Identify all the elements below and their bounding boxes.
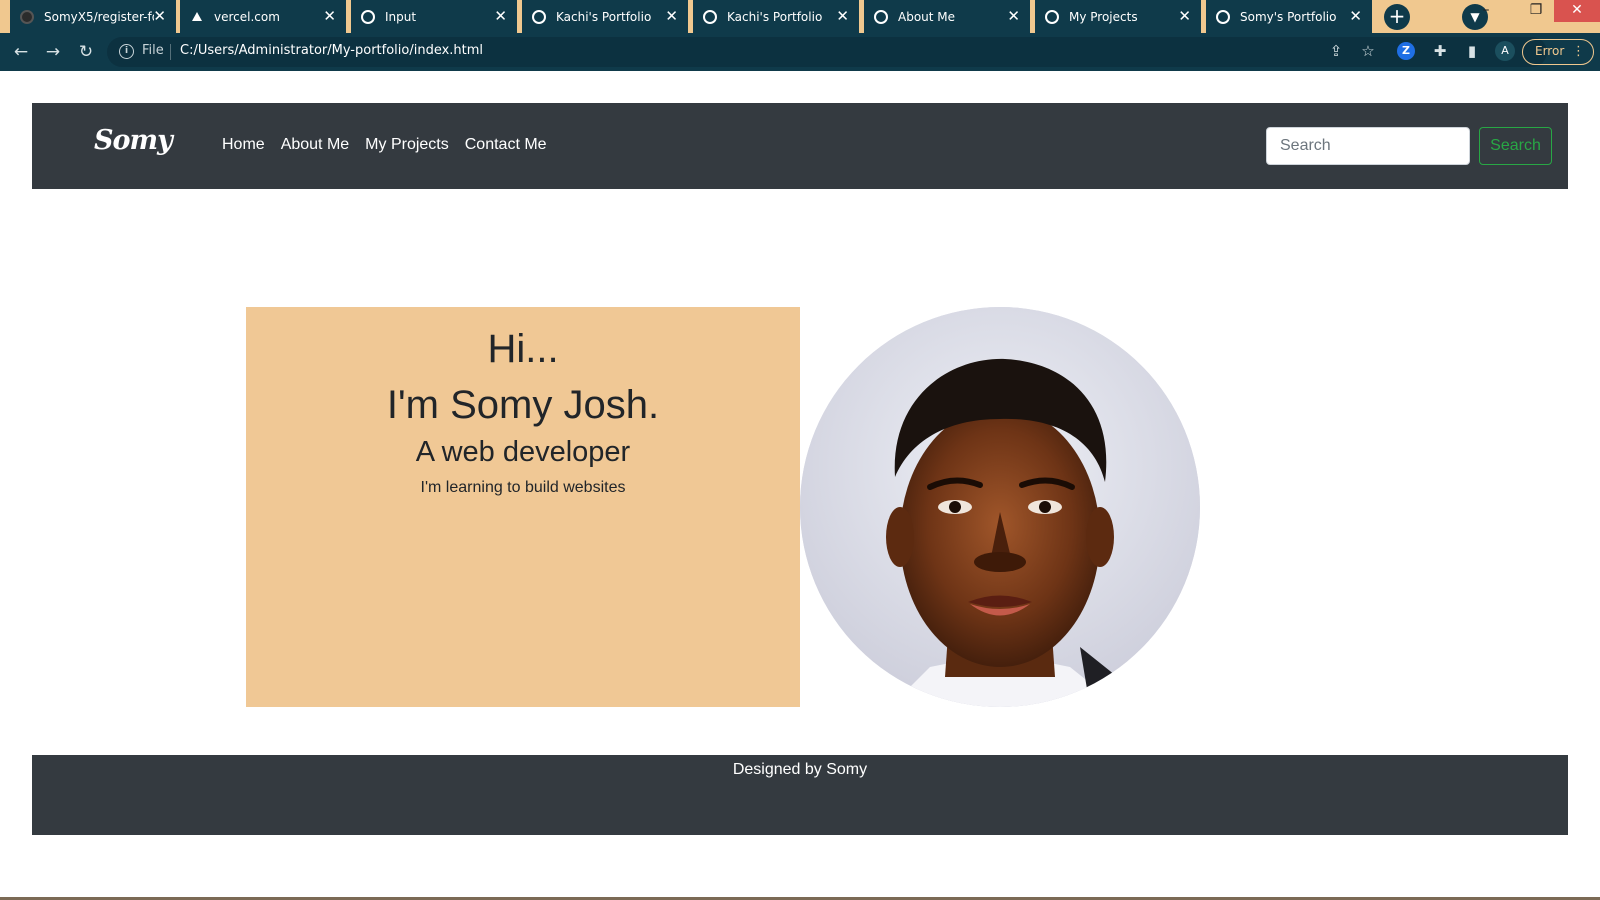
hero-greeting: Hi... [487,327,559,371]
browser-tab[interactable]: SomyX5/register-for ✕ [10,0,176,33]
profile-photo [800,307,1200,707]
search-input[interactable] [1266,127,1470,165]
side-panel-icon[interactable]: ▮ [1461,40,1483,62]
browser-tab-active[interactable]: Somy's Portfolio ✕ [1206,0,1372,33]
browser-tab[interactable]: About Me ✕ [864,0,1030,33]
tab-title: Somy's Portfolio [1240,9,1337,24]
hero-name: I'm Somy Josh. [386,383,660,427]
close-icon[interactable]: ✕ [494,8,507,24]
portrait-illustration [800,307,1200,707]
globe-icon [361,9,375,24]
nav-link-projects[interactable]: My Projects [365,136,449,154]
restore-button[interactable]: ❐ [1513,0,1559,22]
bookmark-star-icon[interactable]: ☆ [1357,40,1379,62]
close-icon[interactable]: ✕ [665,8,678,24]
extensions-puzzle-icon[interactable]: ✚ [1429,40,1451,62]
close-icon[interactable]: ✕ [836,8,849,24]
globe-icon [703,9,717,24]
zoom-extension-icon[interactable]: Z [1397,42,1415,60]
kebab-menu-icon[interactable]: ⋮ [1572,40,1585,63]
hero-role: A web developer [415,436,631,468]
new-tab-button[interactable]: + [1384,4,1410,30]
browser-tab[interactable]: Kachi's Portfolio ✕ [693,0,859,33]
browser-toolbar: ← → ↻ i File C:/Users/Administrator/My-p… [0,33,1600,71]
globe-icon [1045,9,1059,24]
share-icon[interactable]: ⇪ [1325,40,1347,62]
tab-title: Kachi's Portfolio [727,9,823,24]
footer-credit: Designed by Somy [732,761,868,778]
search-button[interactable]: Search [1479,127,1552,165]
browser-tab[interactable]: My Projects ✕ [1035,0,1201,33]
nav-link-home[interactable]: Home [222,136,265,154]
close-icon[interactable]: ✕ [153,8,166,24]
tab-title: vercel.com [214,9,280,24]
hero-card: Hi... I'm Somy Josh. A web developer I'm… [246,307,800,707]
scheme-label: File [142,43,164,58]
browser-tab[interactable]: vercel.com ✕ [180,0,346,33]
tab-title: Input [385,9,417,24]
forward-icon[interactable]: → [42,41,64,63]
minimize-button[interactable]: – [1463,0,1509,22]
profile-avatar[interactable]: A [1495,41,1515,61]
tab-title: Kachi's Portfolio [556,9,652,24]
window-close-button[interactable]: ✕ [1554,0,1600,22]
brand-logo[interactable]: Somy [94,125,173,156]
site-navbar: Somy Home About Me My Projects Contact M… [32,103,1568,189]
tab-strip: SomyX5/register-for ✕ vercel.com ✕ Input… [0,0,1600,33]
globe-icon [874,9,888,24]
browser-tab[interactable]: Input ✕ [351,0,517,33]
tab-title: My Projects [1069,9,1138,24]
error-button[interactable]: Error ⋮ [1522,39,1594,65]
close-icon[interactable]: ✕ [1178,8,1191,24]
browser-tab[interactable]: Kachi's Portfolio ✕ [522,0,688,33]
error-label: Error [1535,44,1565,58]
vercel-icon [192,12,202,21]
reload-icon[interactable]: ↻ [75,41,97,63]
close-icon[interactable]: ✕ [1349,8,1362,24]
url-text[interactable]: C:/Users/Administrator/My-portfolio/inde… [180,43,483,58]
globe-icon [532,9,546,24]
tab-title: About Me [898,9,956,24]
hero-subtitle: I'm learning to build websites [420,479,626,496]
divider [170,44,171,60]
close-icon[interactable]: ✕ [1007,8,1020,24]
tab-title: SomyX5/register-for [44,9,154,24]
nav-link-about[interactable]: About Me [281,136,349,154]
info-icon[interactable]: i [119,44,134,59]
site-footer: Designed by Somy [32,755,1568,835]
close-icon[interactable]: ✕ [323,8,336,24]
github-icon [20,9,34,24]
back-icon[interactable]: ← [10,41,32,63]
nav-link-contact[interactable]: Contact Me [465,136,547,154]
nav-links: Home About Me My Projects Contact Me [222,136,563,154]
globe-icon [1216,9,1230,24]
